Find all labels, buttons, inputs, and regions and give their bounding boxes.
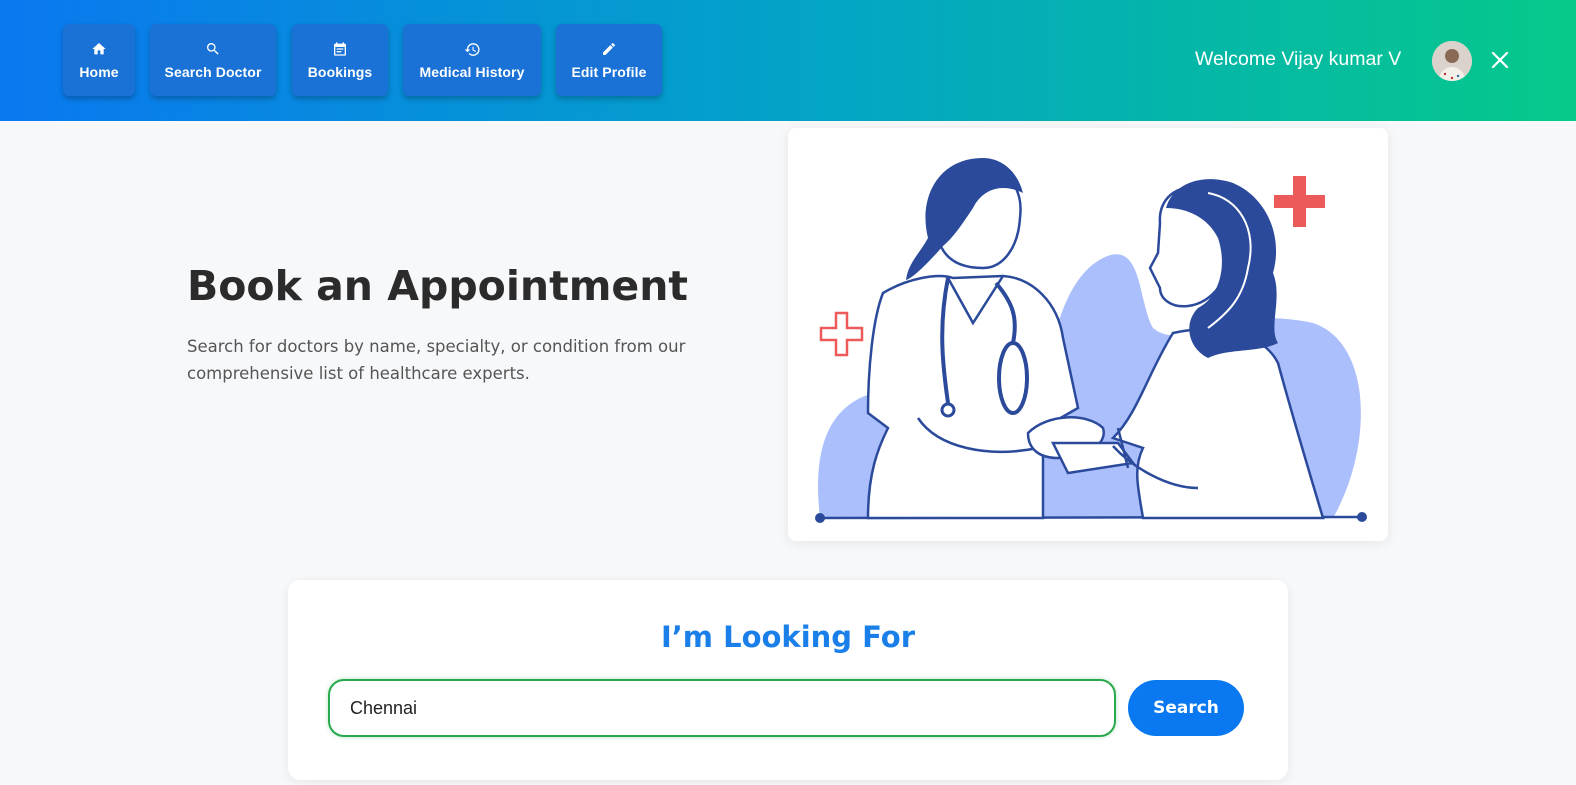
close-icon[interactable] [1490, 50, 1510, 70]
page-title: Book an Appointment [187, 262, 689, 310]
nav-home-button[interactable]: Home [63, 24, 135, 96]
welcome-text: Welcome Vijay kumar V [1195, 48, 1402, 70]
page-description: Search for doctors by name, specialty, o… [187, 337, 686, 383]
search-card: I’m Looking For Search [288, 580, 1288, 780]
search-icon [204, 40, 222, 58]
avatar[interactable] [1432, 41, 1472, 81]
calendar-icon [331, 40, 349, 58]
nav-bookings-button[interactable]: Bookings [292, 24, 388, 96]
home-icon [90, 40, 108, 58]
pencil-icon [600, 40, 618, 58]
nav-search-doctor-button[interactable]: Search Doctor [150, 24, 276, 96]
search-card-title: I’m Looking For [660, 620, 916, 654]
history-icon [463, 40, 481, 58]
top-nav-bar: Home Search Doctor Bookings Medical Hist… [0, 0, 1576, 121]
search-input[interactable] [328, 679, 1116, 737]
nav-edit-profile-label: Edit Profile [571, 64, 647, 80]
doctor-patient-illustration [788, 128, 1388, 541]
nav-bookings-label: Bookings [307, 64, 373, 80]
nav-home-label: Home [79, 64, 119, 80]
nav-medical-history-button[interactable]: Medical History [403, 24, 541, 96]
nav-search-doctor-label: Search Doctor [164, 64, 262, 80]
nav-edit-profile-button[interactable]: Edit Profile [556, 24, 662, 96]
search-button[interactable]: Search [1128, 680, 1244, 736]
nav-medical-history-label: Medical History [419, 64, 525, 80]
